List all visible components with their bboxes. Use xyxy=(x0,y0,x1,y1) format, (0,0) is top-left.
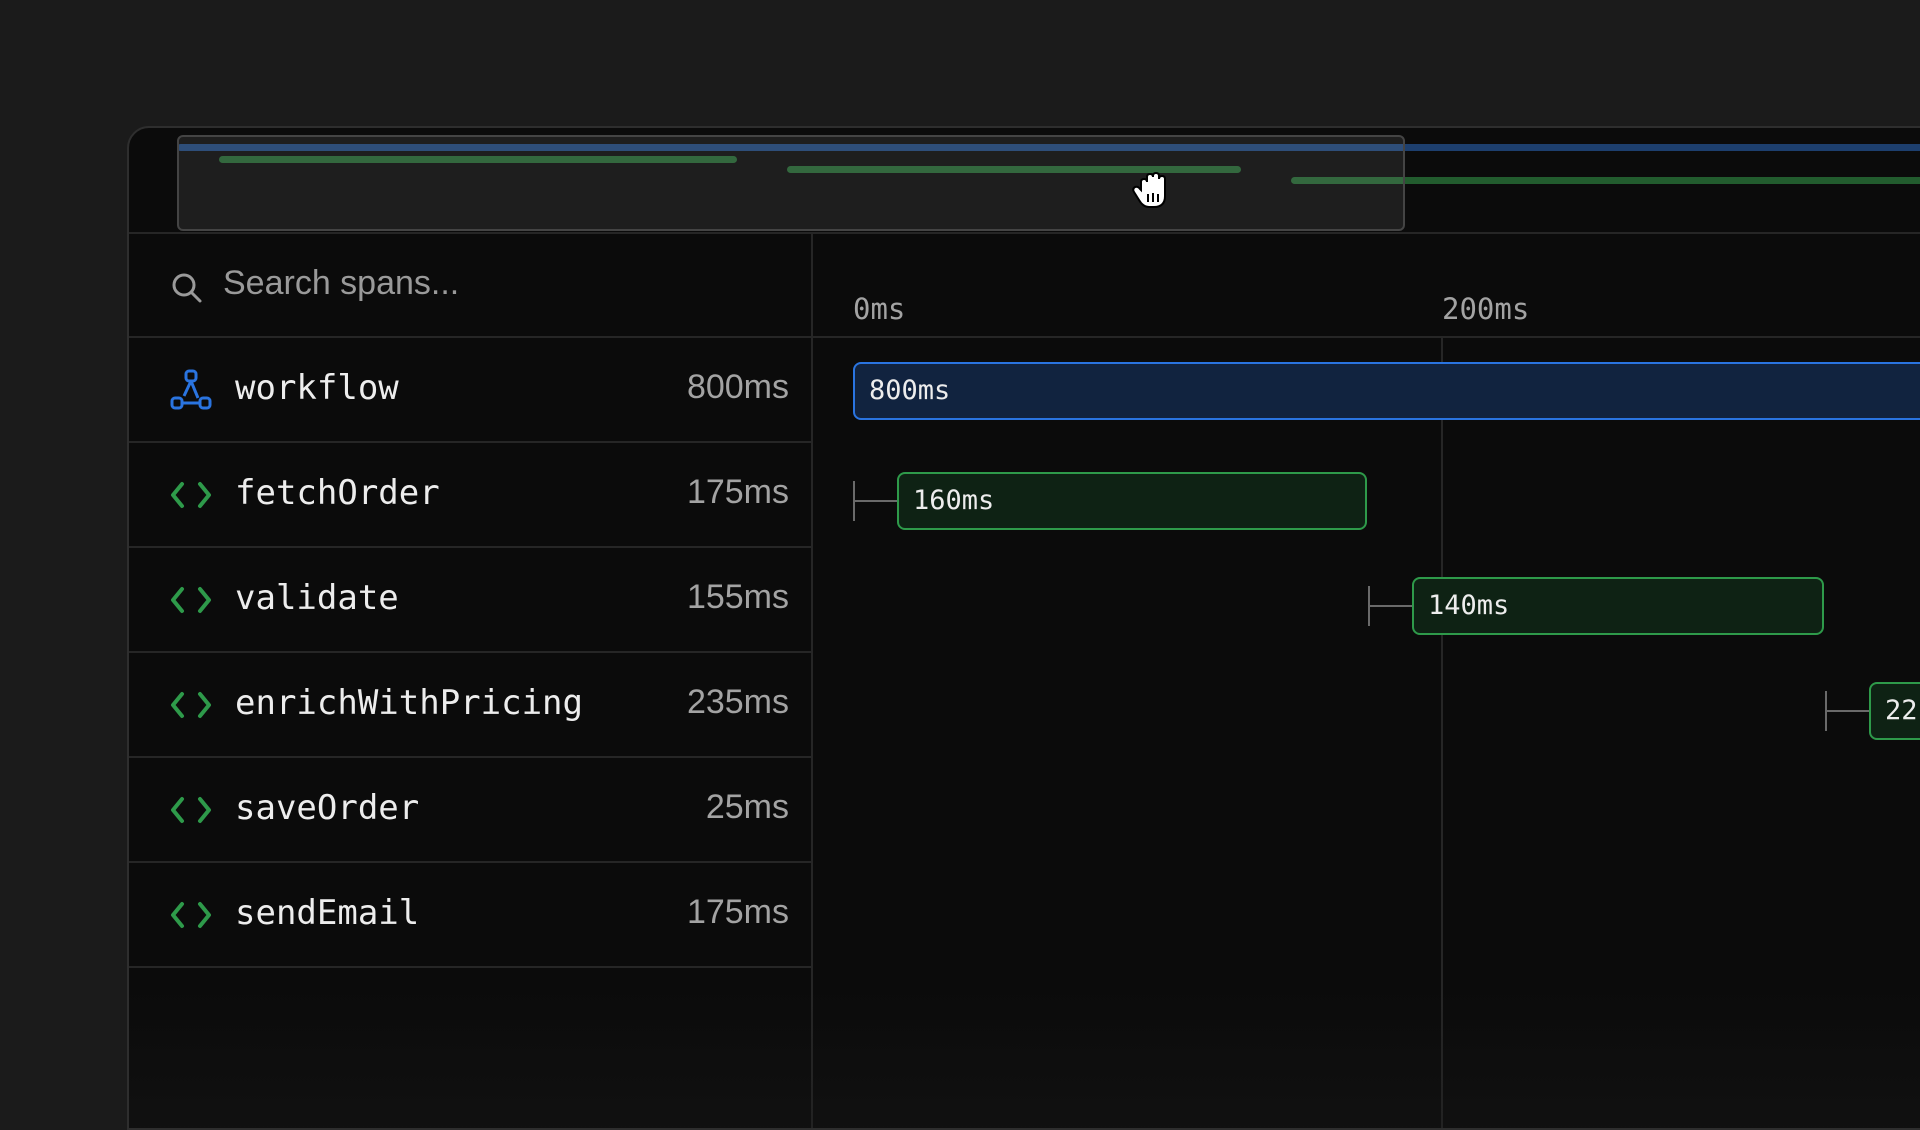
span-row-fetchorder[interactable]: fetchOrder 175ms xyxy=(129,443,811,548)
span-duration: 235ms xyxy=(686,683,789,721)
span-row-sendemail[interactable]: sendEmail 175ms xyxy=(129,863,811,968)
span-name: saveOrder xyxy=(235,788,420,828)
search-bar[interactable]: Search spans... xyxy=(129,234,811,338)
span-row-enrichwithpricing[interactable]: enrichWithPricing 235ms xyxy=(129,653,811,758)
span-duration: 155ms xyxy=(686,578,789,616)
span-name: validate xyxy=(235,578,399,618)
trace-viewer-window: Search spans... workflow 800ms fetchOrde… xyxy=(127,126,1920,1130)
span-name: enrichWithPricing xyxy=(235,683,583,723)
search-input[interactable]: Search spans... xyxy=(223,264,459,303)
code-icon xyxy=(171,902,211,928)
code-icon xyxy=(171,587,211,613)
span-duration: 800ms xyxy=(686,368,789,406)
span-duration: 175ms xyxy=(686,893,789,931)
span-name: sendEmail xyxy=(235,893,420,933)
connector-line xyxy=(1368,605,1412,607)
span-row-workflow[interactable]: workflow 800ms xyxy=(129,338,811,443)
span-duration: 175ms xyxy=(686,473,789,511)
span-duration: 25ms xyxy=(705,788,789,826)
tick-label: 200ms xyxy=(1442,292,1530,326)
connector-line xyxy=(853,500,897,502)
search-icon xyxy=(172,273,202,303)
time-axis: 0ms 200ms xyxy=(813,234,1920,338)
timeline-panel[interactable]: 0ms 200ms 800ms 160ms 140ms 22 xyxy=(813,234,1920,1128)
gridline xyxy=(1441,338,1443,1128)
hand-grab-cursor-icon xyxy=(1132,171,1166,208)
trace-minimap[interactable] xyxy=(129,128,1920,234)
code-icon xyxy=(171,482,211,508)
workflow-icon xyxy=(170,369,212,410)
span-bar-workflow[interactable]: 800ms xyxy=(853,362,1920,420)
span-bar-fetchorder[interactable]: 160ms xyxy=(897,472,1367,530)
tick-label: 0ms xyxy=(853,292,906,326)
code-icon xyxy=(171,692,211,718)
span-name: fetchOrder xyxy=(235,473,440,513)
span-list-panel: Search spans... workflow 800ms fetchOrde… xyxy=(129,234,813,1128)
connector-line xyxy=(1825,710,1869,712)
span-bar-enrichwithpricing[interactable]: 22 xyxy=(1869,682,1920,740)
code-icon xyxy=(171,797,211,823)
minimap-viewport-handle[interactable] xyxy=(177,135,1405,231)
span-bar-validate[interactable]: 140ms xyxy=(1412,577,1824,635)
span-row-validate[interactable]: validate 155ms xyxy=(129,548,811,653)
span-name: workflow xyxy=(235,368,399,408)
span-row-saveorder[interactable]: saveOrder 25ms xyxy=(129,758,811,863)
